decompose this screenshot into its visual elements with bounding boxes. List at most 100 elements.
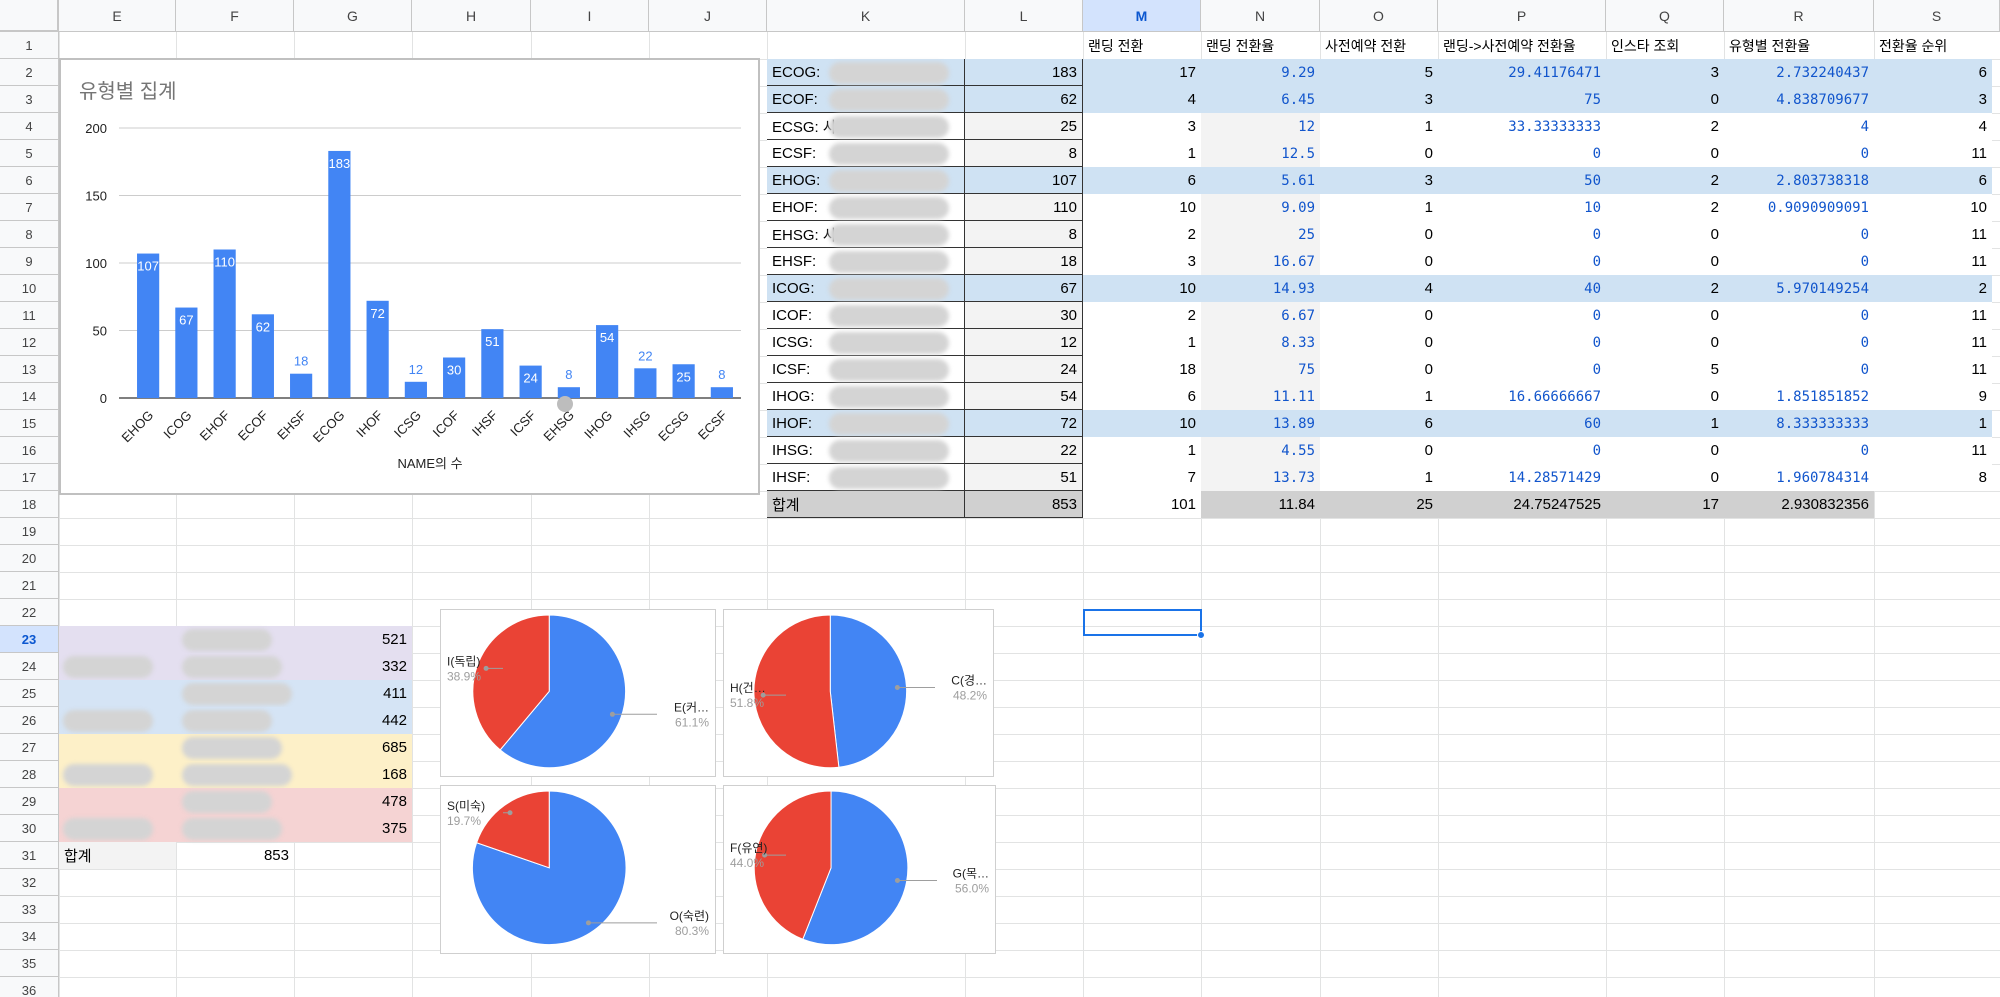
- table-row-insta[interactable]: 0: [1606, 437, 1724, 464]
- table-row-prereg-rate[interactable]: 0: [1438, 248, 1606, 275]
- table-row-count[interactable]: 24: [965, 356, 1083, 383]
- table-row-insta[interactable]: 2: [1606, 194, 1724, 221]
- table-row-count[interactable]: 67: [965, 275, 1083, 302]
- table-row-insta[interactable]: 0: [1606, 140, 1724, 167]
- table-row-prereg-rate[interactable]: 0: [1438, 356, 1606, 383]
- table-total-type-rate[interactable]: 2.930832356: [1724, 491, 1874, 518]
- summary-total-label[interactable]: 합계: [59, 842, 176, 869]
- table-row-rank[interactable]: 6: [1874, 59, 1992, 86]
- table-row-landing[interactable]: 3: [1083, 248, 1201, 275]
- table-row-rank[interactable]: 6: [1874, 167, 1992, 194]
- table-row-prereg-rate[interactable]: 0: [1438, 437, 1606, 464]
- table-row-count[interactable]: 25: [965, 113, 1083, 140]
- table-row-prereg-rate[interactable]: 60: [1438, 410, 1606, 437]
- table-row-insta[interactable]: 3: [1606, 59, 1724, 86]
- row-header-8[interactable]: 8: [0, 221, 59, 248]
- row-header-24[interactable]: 24: [0, 653, 59, 680]
- row-header-1[interactable]: 1: [0, 32, 59, 59]
- row-header-14[interactable]: 14: [0, 383, 59, 410]
- table-row-prereg-rate[interactable]: 0: [1438, 329, 1606, 356]
- table-row-insta[interactable]: 0: [1606, 464, 1724, 491]
- table-row-landing[interactable]: 17: [1083, 59, 1201, 86]
- summary-row-value[interactable]: 521: [294, 626, 412, 653]
- table-row-prereg[interactable]: 0: [1320, 221, 1438, 248]
- table-row-landing-rate[interactable]: 6.67: [1201, 302, 1320, 329]
- table-row-prereg[interactable]: 0: [1320, 248, 1438, 275]
- row-header-11[interactable]: 11: [0, 302, 59, 329]
- table-row-landing-rate[interactable]: 9.09: [1201, 194, 1320, 221]
- pie-chart-os[interactable]: O(숙련) 80.3% S(미숙) 19.7%: [440, 785, 716, 954]
- column-header-g[interactable]: G: [294, 0, 412, 32]
- table-row-type-rate[interactable]: 1.960784314: [1724, 464, 1874, 491]
- table-row-prereg[interactable]: 4: [1320, 275, 1438, 302]
- table-row-landing[interactable]: 10: [1083, 410, 1201, 437]
- table-row-landing-rate[interactable]: 11.11: [1201, 383, 1320, 410]
- row-header-21[interactable]: 21: [0, 572, 59, 599]
- table-row-type-rate[interactable]: 0: [1724, 302, 1874, 329]
- summary-row-value[interactable]: 685: [294, 734, 412, 761]
- column-header-q[interactable]: Q: [1606, 0, 1724, 32]
- table-row-insta[interactable]: 0: [1606, 221, 1724, 248]
- active-cell-m23[interactable]: [1083, 609, 1202, 636]
- table-row-landing[interactable]: 10: [1083, 275, 1201, 302]
- table-row-count[interactable]: 22: [965, 437, 1083, 464]
- table-row-count[interactable]: 51: [965, 464, 1083, 491]
- table-row-type-rate[interactable]: 4.838709677: [1724, 86, 1874, 113]
- table-row-rank[interactable]: 11: [1874, 221, 1992, 248]
- table-row-rank[interactable]: 11: [1874, 329, 1992, 356]
- table-row-landing[interactable]: 1: [1083, 140, 1201, 167]
- table-row-landing[interactable]: 2: [1083, 302, 1201, 329]
- row-header-17[interactable]: 17: [0, 464, 59, 491]
- table-row-type-rate[interactable]: 0: [1724, 356, 1874, 383]
- row-header-31[interactable]: 31: [0, 842, 59, 869]
- table-row-count[interactable]: 54: [965, 383, 1083, 410]
- table-row-rank[interactable]: 11: [1874, 140, 1992, 167]
- pie-chart-ei[interactable]: E(커… 61.1% I(독립) 38.9%: [440, 609, 716, 777]
- table-row-prereg-rate[interactable]: 0: [1438, 302, 1606, 329]
- summary-row-value[interactable]: 411: [294, 680, 412, 707]
- row-header-9[interactable]: 9: [0, 248, 59, 275]
- fill-handle[interactable]: [1197, 631, 1205, 639]
- column-header-n[interactable]: N: [1201, 0, 1320, 32]
- table-row-rank[interactable]: 9: [1874, 383, 1992, 410]
- table-row-type-rate[interactable]: 8.333333333: [1724, 410, 1874, 437]
- table-row-prereg-rate[interactable]: 75: [1438, 86, 1606, 113]
- row-header-15[interactable]: 15: [0, 410, 59, 437]
- table-row-landing-rate[interactable]: 13.89: [1201, 410, 1320, 437]
- row-header-3[interactable]: 3: [0, 86, 59, 113]
- summary-row-value[interactable]: 168: [294, 761, 412, 788]
- table-header[interactable]: 인스타 조회: [1606, 32, 1724, 59]
- table-row-prereg[interactable]: 3: [1320, 86, 1438, 113]
- column-header-e[interactable]: E: [59, 0, 176, 32]
- summary-row-value[interactable]: 375: [294, 815, 412, 842]
- row-header-7[interactable]: 7: [0, 194, 59, 221]
- row-header-23[interactable]: 23: [0, 626, 59, 653]
- table-row-prereg-rate[interactable]: 40: [1438, 275, 1606, 302]
- table-row-rank[interactable]: 11: [1874, 248, 1992, 275]
- table-row-type-rate[interactable]: 2.803738318: [1724, 167, 1874, 194]
- table-row-rank[interactable]: 11: [1874, 437, 1992, 464]
- table-row-rank[interactable]: 11: [1874, 356, 1992, 383]
- table-row-count[interactable]: 72: [965, 410, 1083, 437]
- table-row-count[interactable]: 183: [965, 59, 1083, 86]
- row-header-27[interactable]: 27: [0, 734, 59, 761]
- table-row-prereg[interactable]: 1: [1320, 113, 1438, 140]
- table-row-count[interactable]: 107: [965, 167, 1083, 194]
- table-row-insta[interactable]: 5: [1606, 356, 1724, 383]
- table-row-prereg[interactable]: 1: [1320, 194, 1438, 221]
- table-row-type-rate[interactable]: 0: [1724, 140, 1874, 167]
- table-row-landing-rate[interactable]: 8.33: [1201, 329, 1320, 356]
- column-header-p[interactable]: P: [1438, 0, 1606, 32]
- table-row-prereg-rate[interactable]: 50: [1438, 167, 1606, 194]
- table-row-landing-rate[interactable]: 14.93: [1201, 275, 1320, 302]
- table-row-prereg[interactable]: 0: [1320, 302, 1438, 329]
- table-row-insta[interactable]: 1: [1606, 410, 1724, 437]
- row-header-16[interactable]: 16: [0, 437, 59, 464]
- select-all-corner[interactable]: [0, 0, 59, 32]
- table-row-type-rate[interactable]: 2.732240437: [1724, 59, 1874, 86]
- table-row-type-rate[interactable]: 0: [1724, 437, 1874, 464]
- table-row-type-rate[interactable]: 5.970149254: [1724, 275, 1874, 302]
- table-total-landing-rate[interactable]: 11.84: [1201, 491, 1320, 518]
- table-header[interactable]: 랜딩 전환: [1083, 32, 1201, 59]
- table-row-type-rate[interactable]: 0.9090909091: [1724, 194, 1874, 221]
